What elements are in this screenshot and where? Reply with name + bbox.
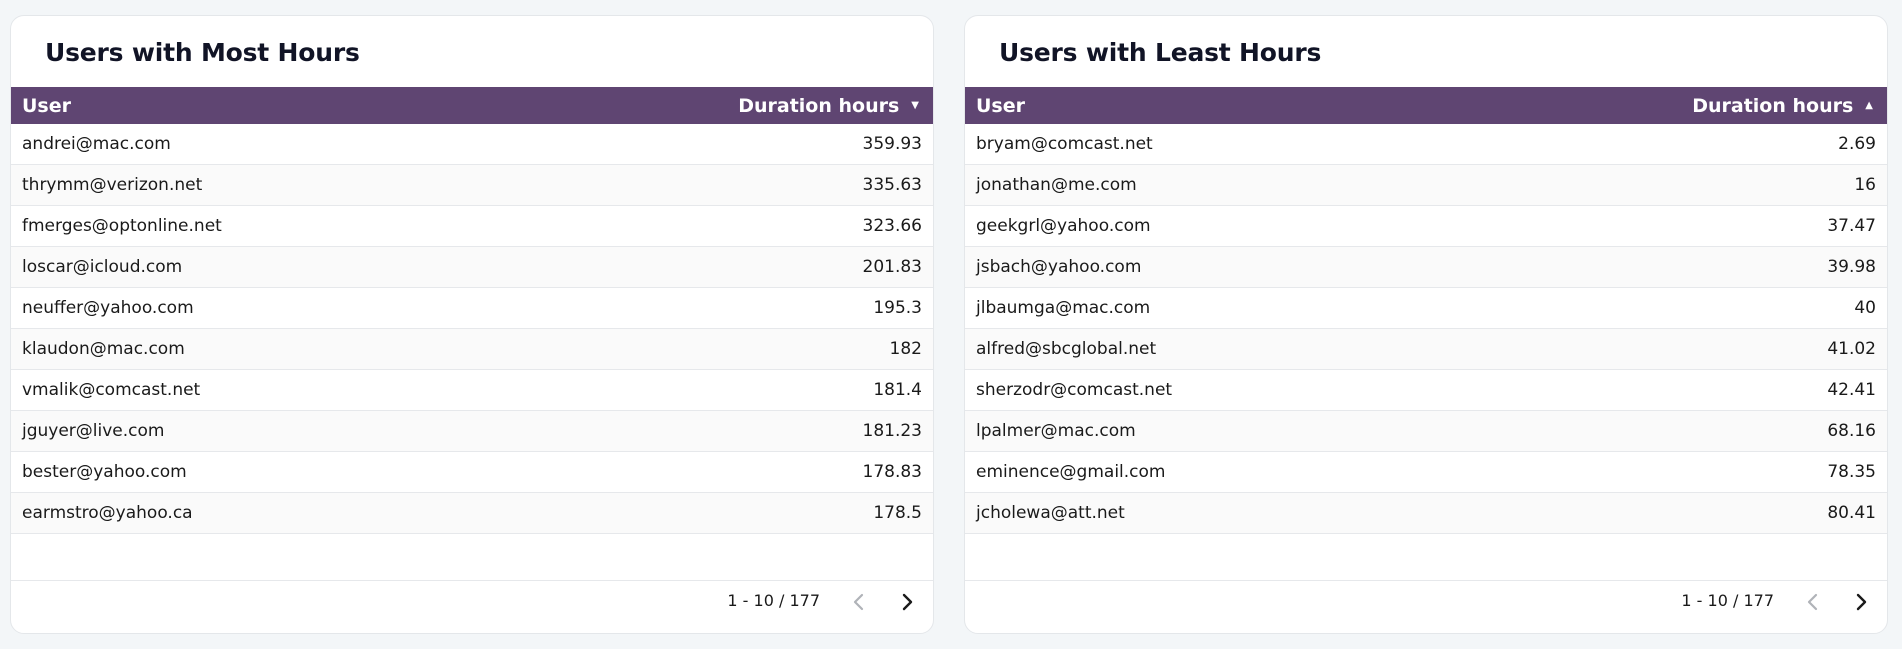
duration-cell: 195.3 <box>873 298 922 318</box>
pagination-bar: 1 - 10 / 177 <box>965 580 1887 633</box>
user-cell: jonathan@me.com <box>976 175 1137 195</box>
table-row[interactable]: jcholewa@att.net 80.41 <box>965 493 1887 534</box>
column-header-duration-label: Duration hours <box>1692 94 1854 117</box>
least-hours-card: Users with Least Hours User Duration hou… <box>964 15 1888 634</box>
card-title: Users with Most Hours <box>45 38 360 67</box>
sort-ascending-icon: ▲ <box>1865 99 1873 111</box>
duration-cell: 2.69 <box>1838 134 1876 154</box>
card-title: Users with Least Hours <box>999 38 1322 67</box>
user-cell: klaudon@mac.com <box>22 339 185 359</box>
duration-cell: 68.16 <box>1827 421 1876 441</box>
duration-cell: 41.02 <box>1827 339 1876 359</box>
user-cell: jguyer@live.com <box>22 421 165 441</box>
user-cell: geekgrl@yahoo.com <box>976 216 1151 236</box>
duration-cell: 181.23 <box>862 421 922 441</box>
table-row[interactable]: loscar@icloud.com 201.83 <box>11 247 933 288</box>
user-cell: lpalmer@mac.com <box>976 421 1136 441</box>
table-row[interactable]: earmstro@yahoo.ca 178.5 <box>11 493 933 534</box>
pagination-bar: 1 - 10 / 177 <box>11 580 933 633</box>
table-row[interactable]: vmalik@comcast.net 181.4 <box>11 370 933 411</box>
user-cell: vmalik@comcast.net <box>22 380 201 400</box>
duration-cell: 42.41 <box>1827 380 1876 400</box>
table-row[interactable]: bester@yahoo.com 178.83 <box>11 452 933 493</box>
duration-cell: 78.35 <box>1827 462 1876 482</box>
column-header-user[interactable]: User <box>22 95 71 117</box>
duration-cell: 335.63 <box>862 175 922 195</box>
table-row[interactable]: neuffer@yahoo.com 195.3 <box>11 288 933 329</box>
user-cell: andrei@mac.com <box>22 134 171 154</box>
duration-cell: 201.83 <box>862 257 922 277</box>
table-row[interactable]: klaudon@mac.com 182 <box>11 329 933 370</box>
user-cell: eminence@gmail.com <box>976 462 1166 482</box>
chevron-left-icon <box>853 593 864 611</box>
table-row[interactable]: jsbach@yahoo.com 39.98 <box>965 247 1887 288</box>
user-cell: jlbaumga@mac.com <box>976 298 1151 318</box>
table-row[interactable]: fmerges@optonline.net 323.66 <box>11 206 933 247</box>
duration-cell: 178.83 <box>862 462 922 482</box>
duration-cell: 178.5 <box>873 503 922 523</box>
table-row[interactable]: lpalmer@mac.com 68.16 <box>965 411 1887 452</box>
column-header-duration[interactable]: Duration hours ▼ <box>738 95 919 117</box>
user-cell: neuffer@yahoo.com <box>22 298 194 318</box>
table-row[interactable]: eminence@gmail.com 78.35 <box>965 452 1887 493</box>
previous-page-button[interactable] <box>1797 587 1827 617</box>
user-cell: jsbach@yahoo.com <box>976 257 1142 277</box>
duration-cell: 182 <box>889 339 922 359</box>
table-row[interactable]: sherzodr@comcast.net 42.41 <box>965 370 1887 411</box>
user-cell: earmstro@yahoo.ca <box>22 503 193 523</box>
table-row[interactable]: thrymm@verizon.net 335.63 <box>11 165 933 206</box>
duration-cell: 37.47 <box>1827 216 1876 236</box>
user-cell: loscar@icloud.com <box>22 257 183 277</box>
chevron-right-icon <box>1856 593 1867 611</box>
table-row[interactable]: bryam@comcast.net 2.69 <box>965 124 1887 165</box>
column-header-duration[interactable]: Duration hours ▲ <box>1692 95 1873 117</box>
user-cell: sherzodr@comcast.net <box>976 380 1173 400</box>
duration-cell: 359.93 <box>862 134 922 154</box>
table-row[interactable]: alfred@sbcglobal.net 41.02 <box>965 329 1887 370</box>
user-cell: jcholewa@att.net <box>976 503 1125 523</box>
chevron-right-icon <box>902 593 913 611</box>
table-header: User Duration hours ▲ <box>965 87 1887 124</box>
user-cell: bester@yahoo.com <box>22 462 187 482</box>
column-header-user[interactable]: User <box>976 95 1025 117</box>
user-cell: thrymm@verizon.net <box>22 175 203 195</box>
sort-descending-icon: ▼ <box>911 99 919 111</box>
next-page-button[interactable] <box>893 587 923 617</box>
table-header: User Duration hours ▼ <box>11 87 933 124</box>
user-cell: bryam@comcast.net <box>976 134 1153 154</box>
pagination-label: 1 - 10 / 177 <box>727 591 820 610</box>
table-row[interactable]: jonathan@me.com 16 <box>965 165 1887 206</box>
user-cell: fmerges@optonline.net <box>22 216 222 236</box>
previous-page-button[interactable] <box>843 587 873 617</box>
table-row[interactable]: jguyer@live.com 181.23 <box>11 411 933 452</box>
pagination-label: 1 - 10 / 177 <box>1681 591 1774 610</box>
user-cell: alfred@sbcglobal.net <box>976 339 1157 359</box>
chevron-left-icon <box>1807 593 1818 611</box>
next-page-button[interactable] <box>1847 587 1877 617</box>
duration-cell: 80.41 <box>1827 503 1876 523</box>
table-body: bryam@comcast.net 2.69 jonathan@me.com 16 … <box>965 124 1887 534</box>
table-row[interactable]: jlbaumga@mac.com 40 <box>965 288 1887 329</box>
table-row[interactable]: andrei@mac.com 359.93 <box>11 124 933 165</box>
duration-cell: 323.66 <box>862 216 922 236</box>
column-header-duration-label: Duration hours <box>738 94 900 117</box>
most-hours-card: Users with Most Hours User Duration hour… <box>10 15 934 634</box>
duration-cell: 40 <box>1854 298 1876 318</box>
table-body: andrei@mac.com 359.93 thrymm@verizon.net 3… <box>11 124 933 534</box>
table-row[interactable]: geekgrl@yahoo.com 37.47 <box>965 206 1887 247</box>
duration-cell: 16 <box>1854 175 1876 195</box>
duration-cell: 181.4 <box>873 380 922 400</box>
duration-cell: 39.98 <box>1827 257 1876 277</box>
